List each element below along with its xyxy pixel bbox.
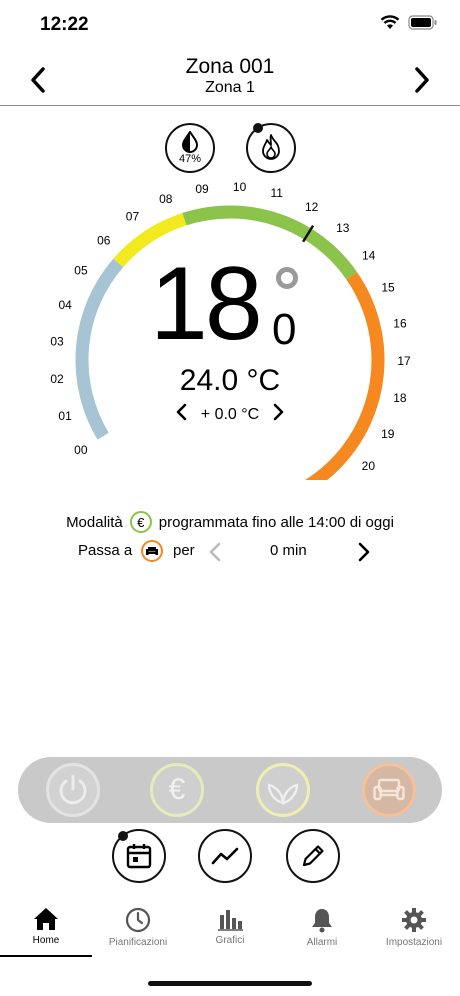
trend-icon xyxy=(211,847,239,865)
chevron-left-icon xyxy=(209,542,221,562)
offset-increase-button[interactable] xyxy=(273,403,285,426)
clock-icon xyxy=(125,907,151,933)
zone-title: Zona 001 xyxy=(185,55,275,78)
heating-status-dot xyxy=(253,123,263,133)
setpoint-decimal: 0 xyxy=(272,305,297,354)
chevron-right-icon xyxy=(273,403,284,421)
tab-label: Pianificazioni xyxy=(108,937,168,948)
mode-row: Modalità € programmata fino alle 14:00 d… xyxy=(0,511,460,533)
degree-symbol xyxy=(276,267,298,289)
duration-increase-button[interactable] xyxy=(357,542,371,567)
status-icons xyxy=(380,15,438,30)
tab-label: Home xyxy=(32,935,60,946)
tab-home[interactable]: Home xyxy=(0,905,92,960)
dial-hour-label: 03 xyxy=(50,335,64,349)
mode-comfort-button[interactable] xyxy=(362,763,416,817)
tab-label: Impostazioni xyxy=(385,937,443,948)
measured-temperature: 24.0 °C xyxy=(179,364,281,397)
trend-button[interactable] xyxy=(198,829,252,883)
offset-value: + 0.0 °C xyxy=(200,405,260,423)
dial-hour-label: 15 xyxy=(381,281,395,295)
offset-row: + 0.0 °C xyxy=(0,403,460,426)
euro-icon: € xyxy=(168,773,186,806)
flame-icon xyxy=(262,134,280,160)
tab-allarmi[interactable]: Allarmi xyxy=(276,905,368,960)
dial-hour-label: 19 xyxy=(381,427,395,441)
active-tab-indicator xyxy=(0,955,92,957)
mode-eco-button[interactable] xyxy=(256,763,310,817)
dial-hour-label: 11 xyxy=(271,186,284,200)
power-icon xyxy=(59,774,87,805)
tab-impostazioni[interactable]: Impostazioni xyxy=(368,905,460,960)
battery-icon xyxy=(408,15,437,30)
gear-icon xyxy=(402,908,426,932)
home-indicator xyxy=(148,981,312,986)
dial-hour-label: 04 xyxy=(58,298,72,312)
status-time: 12:22 xyxy=(40,14,89,35)
water-drop-icon xyxy=(181,131,199,153)
dial-hour-label: 07 xyxy=(126,209,140,223)
sofa-icon xyxy=(141,540,163,562)
wifi-icon xyxy=(380,15,400,29)
chevron-left-icon xyxy=(176,403,187,421)
tab-pianificazioni[interactable]: Pianificazioni xyxy=(92,905,184,960)
dial-hour-label: 08 xyxy=(159,192,173,206)
humidity-value: 47% xyxy=(178,153,202,165)
dial-hour-label: 06 xyxy=(97,234,111,248)
bell-icon xyxy=(312,909,332,933)
dial-hour-label: 14 xyxy=(362,248,376,262)
mode-prefix: Modalità xyxy=(66,513,123,531)
dial-hour-label: 00 xyxy=(74,443,88,457)
dial-hour-label: 13 xyxy=(336,221,350,235)
duration-value: 0 min xyxy=(270,542,307,559)
dial-hour-label: 05 xyxy=(74,264,88,278)
setpoint-integer: 18 xyxy=(150,246,263,362)
header-divider xyxy=(0,105,460,106)
dial-hour-label: 12 xyxy=(305,200,319,214)
tab-label: Grafici xyxy=(215,935,245,946)
pencil-icon xyxy=(302,845,324,867)
calendar-status-dot xyxy=(118,831,128,841)
switch-prefix: Passa a xyxy=(78,542,133,559)
tab-label: Allarmi xyxy=(306,937,338,948)
dial-hour-label: 20 xyxy=(362,459,376,473)
tab-bar: Home Pianificazioni Grafici Allarmi Impo… xyxy=(0,905,460,960)
chevron-right-icon xyxy=(358,542,370,562)
switch-middle: per xyxy=(173,542,195,559)
mode-off-button[interactable] xyxy=(46,763,100,817)
bar-chart-icon xyxy=(218,910,243,931)
calendar-icon xyxy=(126,844,152,869)
euro-icon: € xyxy=(129,511,152,533)
dial-hour-label: 10 xyxy=(233,180,247,194)
sofa-icon xyxy=(373,778,405,801)
mode-text: programmata fino alle 14:00 di oggi xyxy=(158,513,394,531)
next-zone-button[interactable] xyxy=(404,62,440,98)
switch-mode-selector[interactable] xyxy=(141,540,163,562)
humidity-indicator: 47% xyxy=(165,123,215,173)
zone-subtitle: Zona 1 xyxy=(205,79,255,96)
dial-hour-label: 09 xyxy=(195,182,209,196)
tab-grafici[interactable]: Grafici xyxy=(184,905,276,960)
mode-economy-button[interactable]: € xyxy=(150,763,204,817)
offset-decrease-button[interactable] xyxy=(175,403,187,426)
edit-button[interactable] xyxy=(286,829,340,883)
duration-decrease-button[interactable] xyxy=(208,542,222,567)
home-icon xyxy=(34,908,58,930)
chevron-right-icon xyxy=(415,67,429,93)
dial-hour-label: 16 xyxy=(393,316,407,330)
leaf-icon xyxy=(267,783,299,805)
